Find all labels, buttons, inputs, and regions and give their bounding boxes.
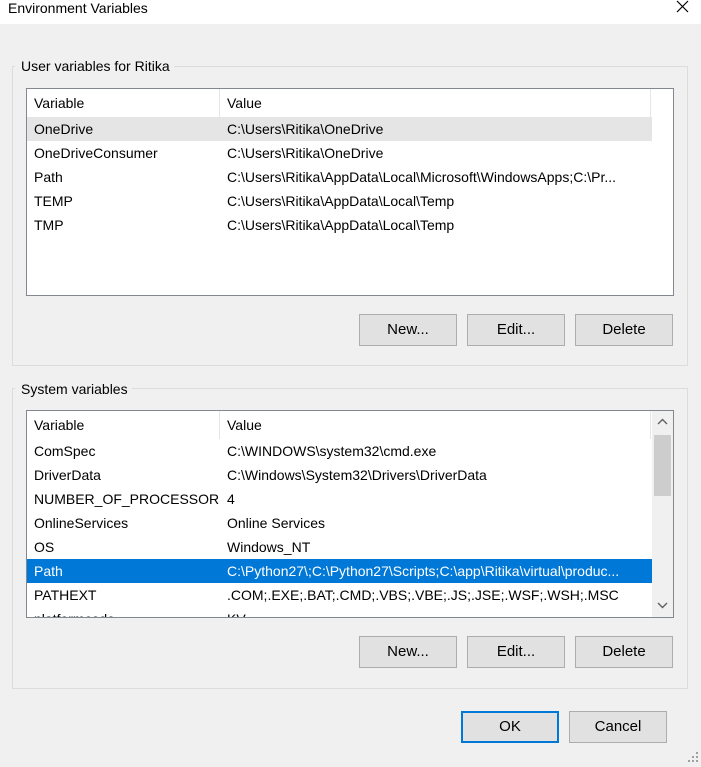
- list-header: Variable Value: [27, 411, 652, 439]
- system-variables-label: System variables: [15, 381, 132, 397]
- variable-name: DriverData: [34, 467, 101, 483]
- column-header-value[interactable]: Value: [220, 411, 651, 439]
- list-item[interactable]: OnlineServices Online Services: [27, 511, 652, 535]
- scroll-up-button[interactable]: [652, 411, 673, 433]
- scrollbar-thumb[interactable]: [654, 435, 671, 496]
- variable-value: KV: [227, 607, 647, 617]
- variable-name: OnlineServices: [34, 515, 129, 531]
- environment-variables-dialog: Environment Variables User variables for…: [0, 0, 701, 767]
- vertical-scrollbar[interactable]: [652, 411, 673, 617]
- resize-grip[interactable]: [687, 750, 699, 762]
- column-header-variable[interactable]: Variable: [27, 89, 220, 117]
- list-item[interactable]: OneDriveConsumer C:\Users\Ritika\OneDrive: [27, 141, 652, 165]
- variable-value: C:\Users\Ritika\AppData\Local\Microsoft\…: [227, 169, 617, 185]
- chevron-up-icon: [657, 418, 668, 425]
- variable-name: TEMP: [34, 193, 73, 209]
- system-edit-button[interactable]: Edit...: [467, 636, 565, 668]
- list-item[interactable]: OneDrive C:\Users\Ritika\OneDrive: [27, 117, 652, 141]
- close-icon: [676, 0, 689, 13]
- close-button[interactable]: [668, 0, 696, 18]
- system-variables-list[interactable]: Variable Value ComSpec C:\WINDOWS\system3…: [26, 410, 674, 618]
- variable-name: platformcode: [34, 607, 220, 617]
- title-bar[interactable]: Environment Variables: [0, 0, 701, 24]
- list-item[interactable]: Path C:\Python27\;C:\Python27\Scripts;C:\…: [27, 559, 652, 583]
- system-delete-button[interactable]: Delete: [575, 636, 673, 668]
- list-item[interactable]: TEMP C:\Users\Ritika\AppData\Local\Temp: [27, 189, 652, 213]
- user-delete-button[interactable]: Delete: [575, 314, 673, 346]
- scroll-down-button[interactable]: [652, 595, 673, 617]
- variable-name: Path: [34, 169, 63, 185]
- variable-value: 4: [227, 491, 235, 507]
- system-variables-rows: ComSpec C:\WINDOWS\system32\cmd.exe Driver…: [27, 439, 652, 617]
- variable-value: C:\Python27\;C:\Python27\Scripts;C:\app\…: [227, 563, 620, 579]
- list-item[interactable]: TMP C:\Users\Ritika\AppData\Local\Temp: [27, 213, 652, 237]
- user-new-button[interactable]: New...: [359, 314, 457, 346]
- user-variables-label: User variables for Ritika: [15, 58, 174, 74]
- user-edit-button[interactable]: Edit...: [467, 314, 565, 346]
- variable-value: C:\Users\Ritika\OneDrive: [227, 145, 384, 161]
- variable-value: Online Services: [227, 515, 326, 531]
- variable-value: C:\Windows\System32\Drivers\DriverData: [227, 467, 487, 483]
- variable-value: Windows_NT: [227, 539, 311, 555]
- column-header-value[interactable]: Value: [220, 89, 651, 117]
- list-item[interactable]: ComSpec C:\WINDOWS\system32\cmd.exe: [27, 439, 652, 463]
- column-header-variable[interactable]: Variable: [27, 411, 220, 439]
- variable-value: C:\WINDOWS\system32\cmd.exe: [227, 443, 437, 459]
- variable-name: NUMBER_OF_PROCESSORS: [34, 491, 220, 507]
- resize-grip-icon: [688, 752, 698, 762]
- variable-value: C:\Users\Ritika\OneDrive: [227, 121, 384, 137]
- list-item[interactable]: OS Windows_NT: [27, 535, 652, 559]
- list-item[interactable]: PATHEXT .COM;.EXE;.BAT;.CMD;.VBS;.VBE;.JS…: [27, 583, 652, 607]
- user-variables-rows: OneDrive C:\Users\Ritika\OneDrive OneDrive…: [27, 117, 652, 237]
- variable-name: PATHEXT: [34, 587, 97, 603]
- user-variables-list[interactable]: Variable Value OneDrive C:\Users\Ritika\O…: [26, 88, 674, 296]
- list-item[interactable]: platformcode KV: [27, 607, 652, 617]
- variable-value: C:\Users\Ritika\AppData\Local\Temp: [227, 193, 455, 209]
- list-item[interactable]: Path C:\Users\Ritika\AppData\Local\Micros…: [27, 165, 652, 189]
- variable-value: C:\Users\Ritika\AppData\Local\Temp: [227, 217, 455, 233]
- ok-button[interactable]: OK: [461, 711, 559, 743]
- variable-name: OneDrive: [34, 121, 94, 137]
- system-new-button[interactable]: New...: [359, 636, 457, 668]
- list-item[interactable]: NUMBER_OF_PROCESSORS 4: [27, 487, 652, 511]
- variable-name: ComSpec: [34, 443, 96, 459]
- variable-name: Path: [34, 563, 63, 579]
- list-item[interactable]: DriverData C:\Windows\System32\Drivers\Dr…: [27, 463, 652, 487]
- variable-name: OS: [34, 539, 55, 555]
- variable-name: TMP: [34, 217, 64, 233]
- list-header: Variable Value: [27, 89, 651, 117]
- window-title: Environment Variables: [8, 0, 148, 16]
- chevron-down-icon: [657, 602, 668, 609]
- variable-name: OneDriveConsumer: [34, 145, 158, 161]
- variable-value: .COM;.EXE;.BAT;.CMD;.VBS;.VBE;.JS;.JSE;.…: [227, 587, 619, 603]
- cancel-button[interactable]: Cancel: [569, 711, 667, 743]
